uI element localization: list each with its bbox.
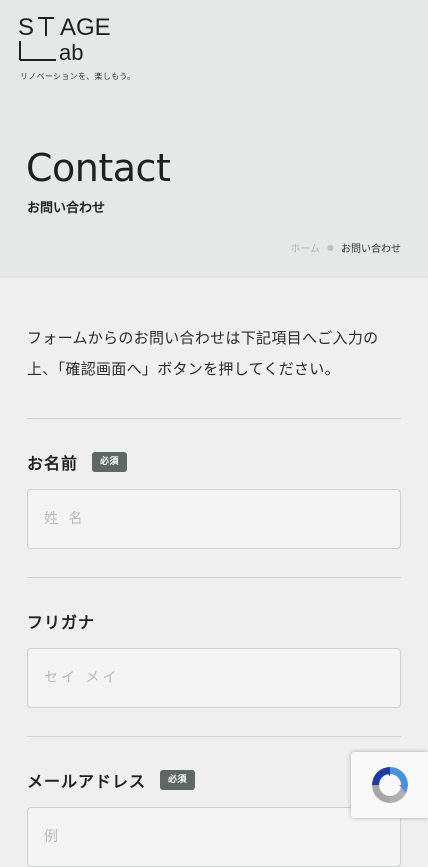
required-badge: 必須 [160,770,196,790]
required-badge: 必須 [92,452,128,472]
email-label-text: メールアドレス [27,772,147,791]
section-divider [27,577,401,578]
section-divider [27,418,401,419]
furigana-label: フリガナ [27,609,95,633]
name-label-text: お名前 [27,454,79,473]
page-title: Contact [26,146,171,190]
recaptcha-icon [371,767,408,803]
page-hero: S AGE ab リノベーションを、楽しもう。 Contact お問い合わせ ホ… [0,0,428,278]
site-tagline: リノベーションを、楽しもう。 [20,72,136,81]
breadcrumb-separator-icon: ● [327,243,334,252]
breadcrumb-home-link[interactable]: ホーム [290,240,320,255]
intro-text: フォームからのお問い合わせは下記項目へご入力の上、「確認画面へ」ボタンを押してく… [27,329,379,378]
section-divider [27,736,401,737]
svg-text:AGE: AGE [60,14,111,41]
email-input[interactable] [27,807,401,867]
breadcrumb-current: お問い合わせ [341,244,401,255]
furigana-label-text: フリガナ [27,613,96,632]
svg-text:S: S [18,14,34,41]
recaptcha-badge[interactable] [351,752,428,818]
page-subtitle: お問い合わせ [27,201,106,216]
breadcrumb: ホーム ● お問い合わせ [290,240,401,255]
email-label: メールアドレス 必須 [27,768,196,792]
furigana-input[interactable] [27,648,401,708]
stage-lab-logo-icon: S AGE ab [18,14,111,65]
svg-text:ab: ab [59,40,83,65]
name-input[interactable] [27,489,401,549]
name-label: お名前 必須 [27,450,128,474]
